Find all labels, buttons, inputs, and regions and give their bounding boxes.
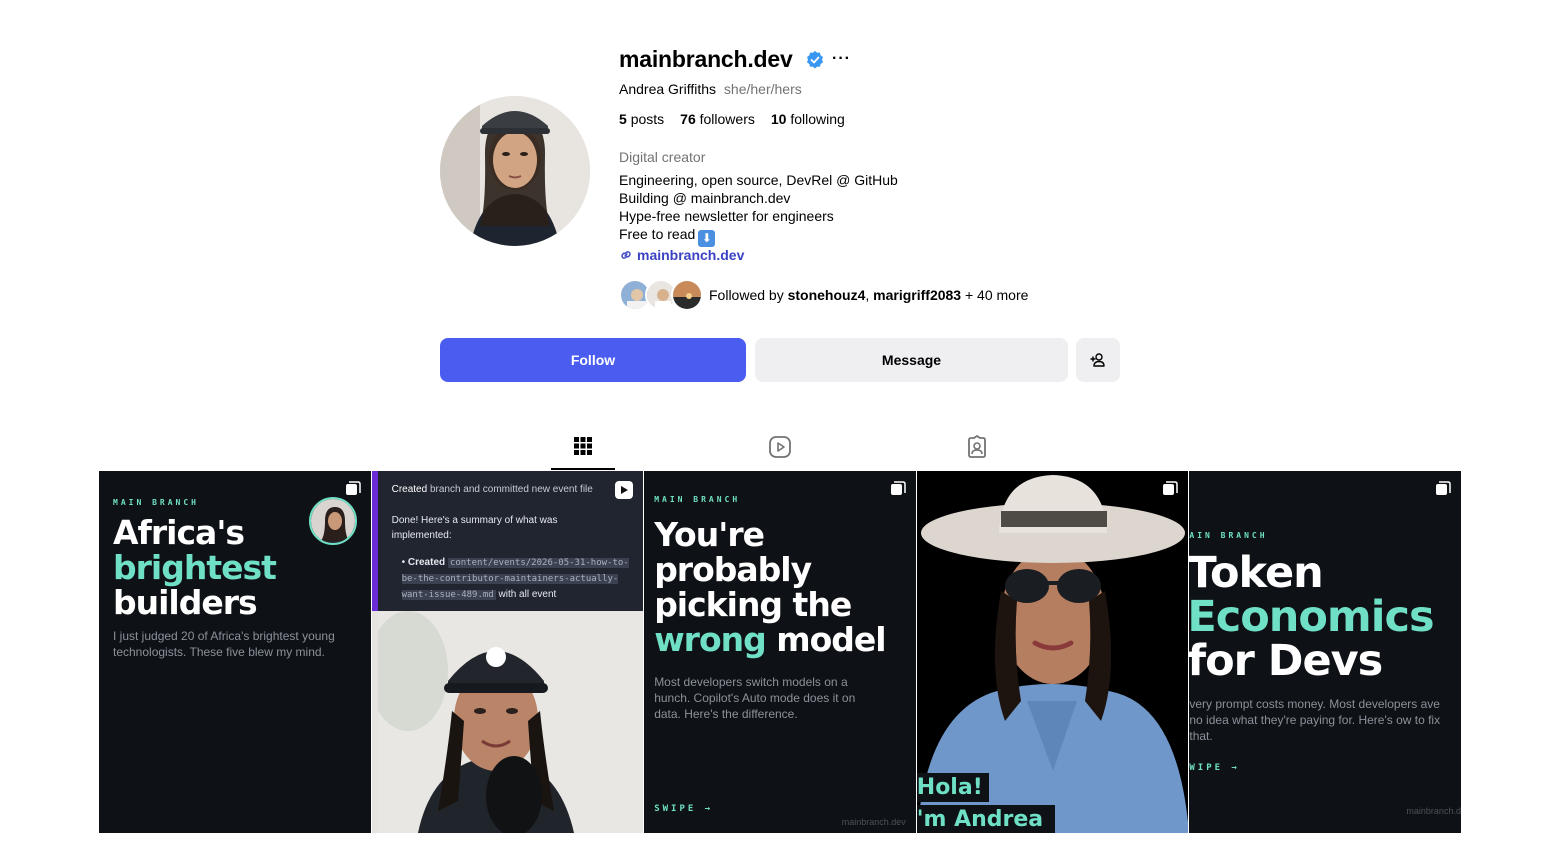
avatar-photo bbox=[440, 96, 590, 246]
post-photo bbox=[377, 611, 644, 833]
post-headline: You're probably picking the wrong model bbox=[654, 515, 886, 659]
followed-by-user: stonehouz4 bbox=[787, 287, 866, 303]
post-description: very prompt costs money. Most developers… bbox=[1189, 697, 1441, 743]
post-brand-label: AIN BRANCH bbox=[1189, 531, 1268, 540]
carousel-icon bbox=[345, 481, 361, 495]
profile-avatar[interactable] bbox=[440, 96, 590, 246]
followers-stat[interactable]: 76 followers bbox=[680, 111, 755, 127]
post-headline: Token Economics for Devs bbox=[1189, 548, 1434, 686]
more-options-icon[interactable]: ··· bbox=[832, 50, 851, 68]
chat-bullet-rest: with all event bbox=[498, 589, 557, 600]
following-count: 10 bbox=[770, 111, 787, 127]
post-tile[interactable]: Created branch and committed new event f… bbox=[371, 471, 644, 833]
swipe-label: WIPE → bbox=[1189, 763, 1240, 773]
bio-line: Building @ mainbranch.dev bbox=[619, 190, 791, 206]
headline-line: picking the bbox=[654, 585, 852, 624]
profile-bio: Engineering, open source, DevRel @ GitHu… bbox=[619, 171, 898, 247]
followed-by-separator: , bbox=[865, 287, 870, 303]
headline-line: wrong model bbox=[654, 620, 886, 659]
followed-by-user: marigriff2083 bbox=[873, 287, 962, 303]
post-description: I just judged 20 of Africa's brightest y… bbox=[113, 629, 335, 659]
post-brand-label: MAIN BRANCH bbox=[654, 495, 741, 504]
bio-line: Engineering, open source, DevRel @ GitHu… bbox=[619, 172, 898, 188]
following-stat[interactable]: 10 following bbox=[771, 111, 845, 127]
suggested-users-button[interactable] bbox=[1076, 338, 1120, 382]
verified-badge-icon bbox=[807, 51, 823, 69]
headline-line: for Devs bbox=[1189, 636, 1383, 686]
play-icon bbox=[621, 486, 629, 494]
post-description: Most developers switch models on a hunch… bbox=[654, 675, 856, 721]
followers-label: followers bbox=[699, 111, 755, 127]
down-arrow-emoji-icon: ⬇ bbox=[698, 230, 716, 247]
tab-tagged[interactable] bbox=[945, 430, 1009, 470]
post-handle: mainbranch.d bbox=[1406, 806, 1461, 816]
chat-header: Created branch and committed new event f… bbox=[392, 484, 593, 495]
profile-stats: 5 posts 76 followers 10 following bbox=[619, 111, 845, 127]
posts-count: 5 bbox=[619, 111, 627, 127]
caption-line: 'm Andrea bbox=[916, 805, 1056, 833]
profile-link[interactable]: mainbranch.dev bbox=[619, 247, 744, 263]
headline-accent: wrong bbox=[654, 620, 767, 659]
follower-avatar bbox=[671, 279, 703, 311]
link-icon bbox=[621, 251, 631, 259]
tab-reels[interactable] bbox=[748, 430, 812, 470]
reels-icon bbox=[769, 436, 791, 458]
chat-bullet: • Created content/events/2026-05-31-how-… bbox=[401, 557, 629, 600]
headline-line-accent: Economics bbox=[1189, 592, 1434, 642]
chat-header-prefix: Created bbox=[391, 484, 428, 495]
followed-by-row[interactable]: Followed by stonehouz4, marigriff2083 + … bbox=[619, 279, 1028, 311]
profile-full-name: Andrea Griffiths bbox=[619, 81, 717, 97]
headline-line-accent: brightest bbox=[113, 548, 277, 587]
add-user-icon bbox=[1090, 353, 1105, 367]
headline-line: probably bbox=[654, 550, 812, 589]
post-brand-label: MAIN BRANCH bbox=[113, 498, 199, 507]
chat-bullet-label: Created bbox=[407, 557, 446, 568]
caption-line: Hola! bbox=[916, 773, 989, 802]
follow-button[interactable]: Follow bbox=[440, 338, 746, 382]
headline-line: You're bbox=[654, 515, 765, 554]
headline-line: builders bbox=[113, 583, 258, 622]
posts-stat: 5 posts bbox=[619, 111, 664, 127]
followed-by-suffix: + 40 more bbox=[964, 287, 1029, 303]
bio-line: Hype-free newsletter for engineers bbox=[619, 208, 834, 224]
followed-by-text: Followed by stonehouz4, marigriff2083 + … bbox=[709, 287, 1028, 303]
profile-category: Digital creator bbox=[619, 149, 706, 165]
carousel-icon bbox=[1435, 481, 1451, 495]
headline-line: Africa's bbox=[113, 513, 245, 552]
post-headline: Africa's brightest builders bbox=[113, 513, 277, 622]
headline-line: Token bbox=[1189, 548, 1323, 598]
chat-summary: Done! Here's a summary of what was imple… bbox=[391, 515, 558, 541]
post-tile[interactable]: MAIN BRANCH You're probably picking the … bbox=[644, 471, 916, 833]
post-tile[interactable]: Hola! 'm Andrea bbox=[916, 471, 1189, 833]
tab-posts[interactable] bbox=[551, 430, 615, 470]
profile-link-text: mainbranch.dev bbox=[637, 247, 745, 263]
post-avatar bbox=[308, 497, 357, 545]
carousel-icon bbox=[890, 481, 906, 495]
profile-name-line: Andrea Griffiths she/her/hers bbox=[619, 81, 802, 97]
message-button[interactable]: Message bbox=[755, 338, 1068, 382]
carousel-icon bbox=[1163, 481, 1179, 495]
bio-line-text: Free to read bbox=[619, 226, 696, 242]
followers-count: 76 bbox=[680, 111, 696, 127]
profile-pronouns: she/her/hers bbox=[723, 81, 802, 97]
headline-rest: model bbox=[776, 620, 886, 659]
post-tile[interactable]: MAIN BRANCH Africa's brightest builders … bbox=[99, 471, 371, 833]
tagged-icon bbox=[968, 435, 986, 458]
posts-label: posts bbox=[630, 111, 665, 127]
swipe-label: SWIPE → bbox=[654, 804, 714, 814]
following-label: following bbox=[790, 111, 845, 127]
reel-badge bbox=[615, 481, 634, 499]
bio-line-last: Free to read ⬇ bbox=[619, 225, 898, 247]
post-handle: mainbranch.dev bbox=[841, 817, 906, 827]
followed-by-prefix: Followed by bbox=[709, 287, 784, 303]
grid-icon bbox=[574, 437, 592, 455]
post-tile[interactable]: AIN BRANCH Token Economics for Devs very… bbox=[1189, 471, 1461, 833]
chat-header-rest: branch and committed new event file bbox=[429, 484, 593, 495]
profile-username: mainbranch.dev bbox=[619, 46, 793, 72]
posts-grid: MAIN BRANCH Africa's brightest builders … bbox=[99, 471, 1461, 833]
chat-summary-card: Created branch and committed new event f… bbox=[377, 471, 644, 611]
